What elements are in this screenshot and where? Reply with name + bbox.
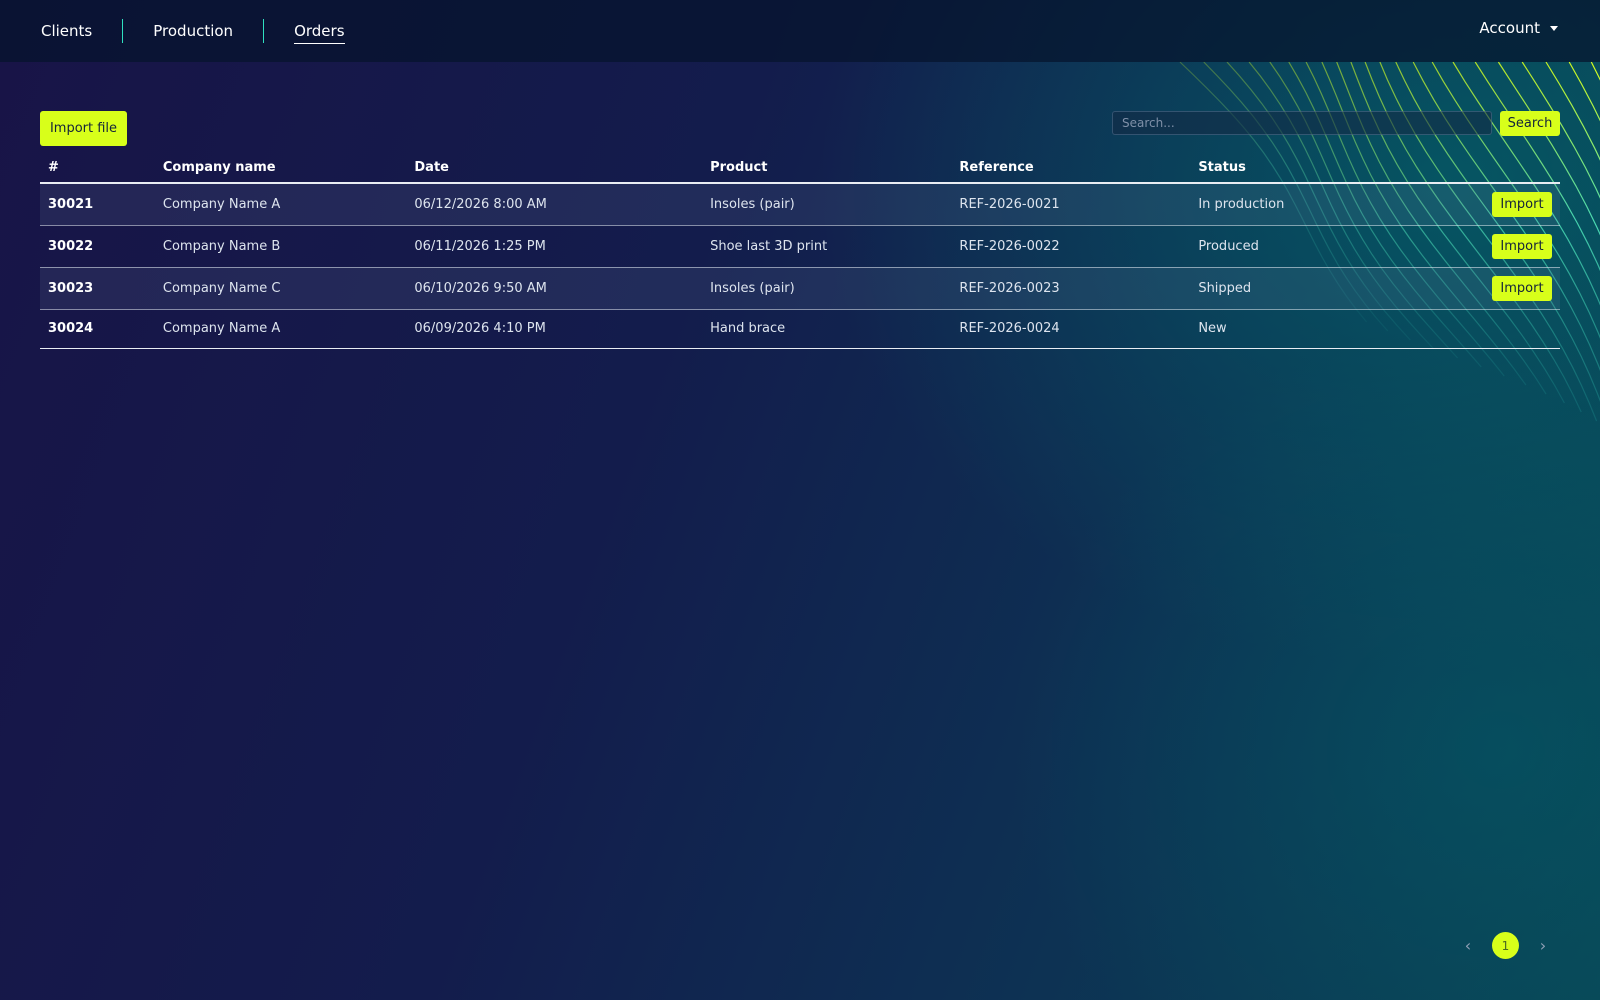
header-status[interactable]: Status [1190,152,1369,184]
company-name: Company Name A [154,309,407,349]
table-row[interactable]: 30022 Company Name B 06/11/2026 1:25 PM … [40,225,1560,268]
table-header-row: # Company name Date Product Reference St… [40,152,1560,184]
header-actions [1368,152,1560,184]
top-navigation: Clients Production Orders Account [0,0,1600,62]
order-date: 06/12/2026 8:00 AM [406,183,703,226]
order-number: 30022 [40,225,155,268]
search-button[interactable]: Search [1500,111,1560,136]
company-name: Company Name C [154,267,407,310]
order-number: 30021 [40,183,155,226]
row-import-button[interactable]: Import [1492,233,1552,259]
search-input[interactable] [1112,111,1492,135]
table-row[interactable]: 30021 Company Name A 06/12/2026 8:00 AM … [40,183,1560,226]
row-import-button[interactable]: Import [1492,191,1552,217]
company-name: Company Name A [154,183,407,226]
header-date[interactable]: Date [406,152,703,184]
row-actions: Import [1368,267,1560,310]
status: In production [1190,183,1369,226]
order-number: 30024 [40,309,155,349]
orders-table: # Company name Date Product Reference St… [40,152,1560,349]
chevron-left-icon[interactable]: ‹ [1462,936,1474,955]
order-date: 06/09/2026 4:10 PM [406,309,703,349]
account-menu[interactable]: Account [1479,19,1558,37]
reference: REF-2026-0022 [951,225,1191,268]
nav-clients-label: Clients [41,22,93,40]
order-number: 30023 [40,267,155,310]
import-file-button[interactable]: Import file [40,111,127,146]
company-name: Company Name B [154,225,407,268]
nav-clients[interactable]: Clients [0,19,122,43]
page-button-current[interactable]: 1 [1492,932,1519,959]
wave-line [1568,61,1600,122]
reference: REF-2026-0021 [951,183,1191,226]
row-actions [1368,309,1560,349]
product: Shoe last 3D print [702,225,952,268]
header-company[interactable]: Company name [154,152,407,184]
header-product[interactable]: Product [702,152,952,184]
header-reference[interactable]: Reference [951,152,1191,184]
product: Insoles (pair) [702,183,952,226]
table-row[interactable]: 30023 Company Name C 06/10/2026 9:50 AM … [40,267,1560,310]
nav-orders[interactable]: Orders [264,19,374,44]
row-actions: Import [1368,183,1560,226]
reference: REF-2026-0024 [951,309,1191,349]
order-date: 06/11/2026 1:25 PM [406,225,703,268]
header-number: # [40,152,155,184]
status: New [1190,309,1369,349]
wave-line [1590,61,1600,81]
product: Insoles (pair) [702,267,952,310]
product: Hand brace [702,309,952,349]
row-import-button[interactable]: Import [1492,275,1552,301]
account-label: Account [1479,19,1540,37]
caret-down-icon [1550,26,1558,31]
nav-orders-label: Orders [294,22,345,44]
order-date: 06/10/2026 9:50 AM [406,267,703,310]
table-row[interactable]: 30024 Company Name A 06/09/2026 4:10 PM … [40,309,1560,349]
status: Shipped [1190,267,1369,310]
reference: REF-2026-0023 [951,267,1191,310]
decorative-wave-lines [1179,61,1600,422]
pagination: ‹ 1 › [1462,932,1549,959]
status: Produced [1190,225,1369,268]
nav-production-label: Production [153,22,234,40]
row-actions: Import [1368,225,1560,268]
nav-production[interactable]: Production [123,19,263,43]
chevron-right-icon[interactable]: › [1537,936,1549,955]
